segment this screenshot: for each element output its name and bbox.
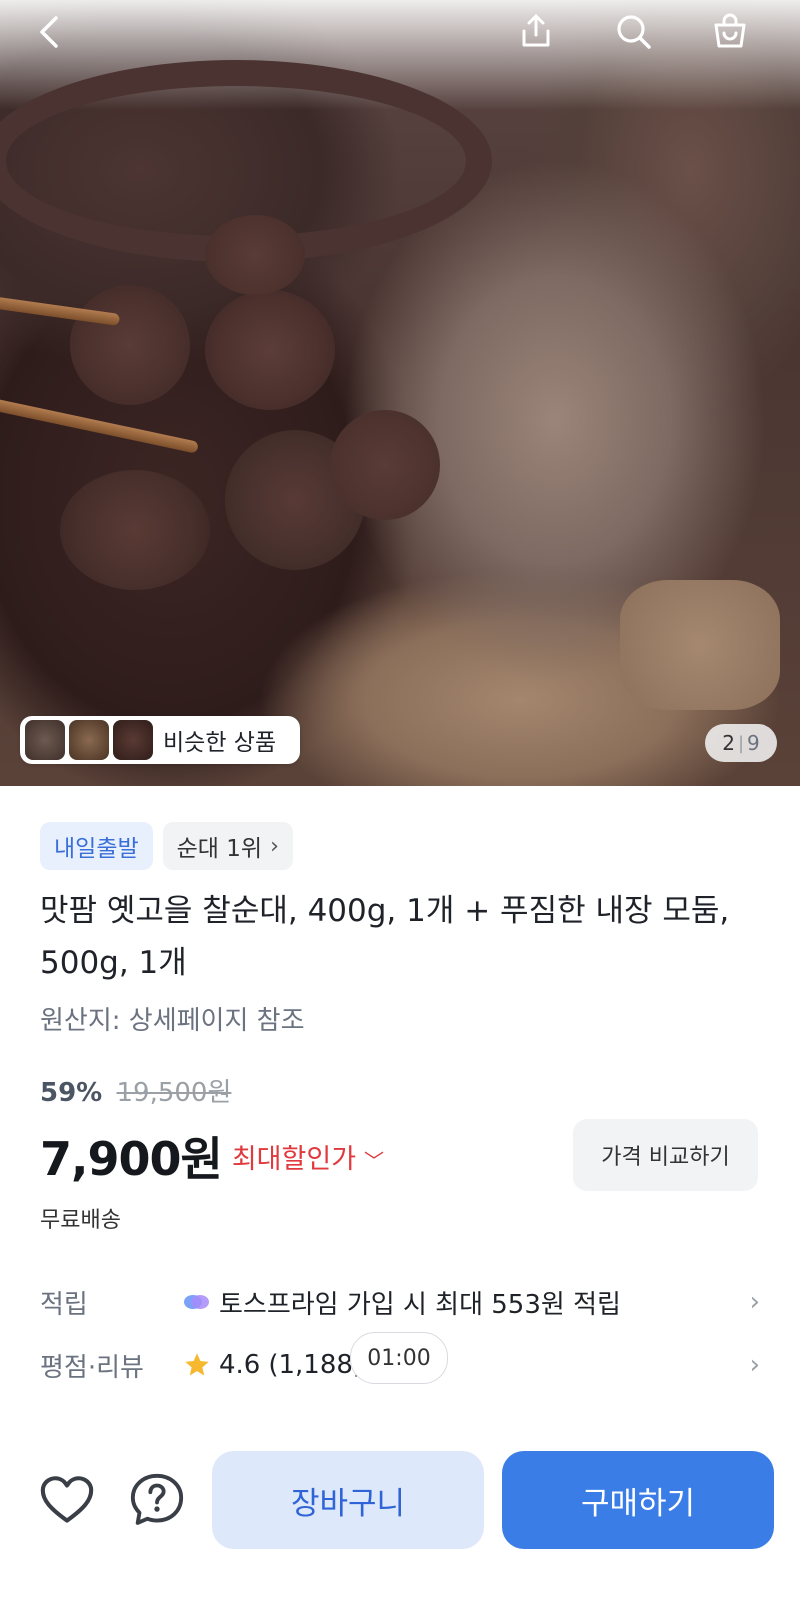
chevron-right-icon: › <box>749 1287 760 1317</box>
delivery-badge-label: 내일출발 <box>54 836 139 862</box>
rating-value: 4.6 <box>219 1350 261 1380</box>
pager-separator: | <box>737 732 745 754</box>
back-arrow-icon <box>40 16 58 48</box>
price-row: 7,900원 최대할인가 ﹀ <box>40 1123 384 1189</box>
rank-badge-label: 순대 1위 <box>176 836 263 862</box>
shipping-info: 무료배송 <box>40 1208 121 1233</box>
product-image-gallery[interactable]: 비슷한 상품 2 | 9 <box>0 0 800 786</box>
image-pager: 2 | 9 <box>705 724 777 762</box>
points-value: 토스프라임 가입 시 최대 553원 적립 <box>219 1289 621 1320</box>
discount-percent: 59% <box>40 1078 103 1108</box>
pager-total: 9 <box>747 731 760 755</box>
back-button[interactable] <box>22 4 78 60</box>
search-icon <box>617 15 651 49</box>
sundae-slice <box>205 290 335 410</box>
price-compare-button[interactable]: 가격 비교하기 <box>573 1119 758 1191</box>
max-discount-toggle[interactable]: 최대할인가 ﹀ <box>232 1137 384 1176</box>
badge-row: 내일출발 순대 1위 › <box>40 822 293 870</box>
points-row[interactable]: 적립 토스프라임 가입 시 최대 553원 적립 › <box>40 1276 760 1328</box>
toss-prime-icon <box>184 1295 209 1309</box>
rank-badge[interactable]: 순대 1위 › <box>162 822 293 870</box>
pager-current: 2 <box>722 731 735 755</box>
chevron-down-icon: ﹀ <box>364 1148 385 1173</box>
similar-products-button[interactable]: 비슷한 상품 <box>20 716 300 764</box>
search-button[interactable] <box>605 3 661 59</box>
chevron-right-icon: › <box>270 833 279 859</box>
original-price: 19,500원 <box>116 1078 232 1108</box>
max-discount-label: 최대할인가 <box>231 1143 357 1175</box>
share-icon <box>522 14 550 47</box>
similar-products-label: 비슷한 상품 <box>163 730 277 756</box>
rating-key: 평점·리뷰 <box>40 1352 144 1383</box>
cart-button[interactable] <box>702 3 758 59</box>
chopstick <box>0 398 199 454</box>
product-origin: 원산지: 상세페이지 참조 <box>40 1006 305 1036</box>
liver-slice <box>620 580 780 710</box>
question-chat-icon <box>130 1473 184 1525</box>
similar-thumbnail <box>113 720 153 760</box>
buy-now-button[interactable]: 구매하기 <box>502 1451 774 1549</box>
review-count: (1,188) <box>268 1350 364 1380</box>
points-key: 적립 <box>40 1289 88 1320</box>
sundae-slice <box>60 470 210 590</box>
delivery-badge: 내일출발 <box>40 822 153 870</box>
discount-row: 59% 19,500원 <box>40 1072 231 1109</box>
share-button[interactable] <box>508 3 564 59</box>
add-to-cart-button[interactable]: 장바구니 <box>212 1451 484 1549</box>
similar-thumbnail <box>25 720 65 760</box>
question-button[interactable] <box>127 1470 187 1530</box>
sundae-slice <box>70 285 190 405</box>
sundae-slice <box>330 410 440 520</box>
wishlist-button[interactable] <box>37 1470 97 1530</box>
heart-icon <box>40 1476 94 1523</box>
sundae-slice <box>205 215 305 295</box>
timer-badge: 01:00 <box>350 1332 448 1384</box>
chevron-right-icon: › <box>749 1350 760 1380</box>
star-icon <box>185 1353 209 1376</box>
product-title: 맛팜 옛고을 찰순대, 400g, 1개 + 푸짐한 내장 모둠, 500g, … <box>40 893 730 981</box>
shopping-bag-icon <box>714 13 746 48</box>
sale-price: 7,900원 <box>40 1132 223 1186</box>
similar-thumbnail <box>69 720 109 760</box>
